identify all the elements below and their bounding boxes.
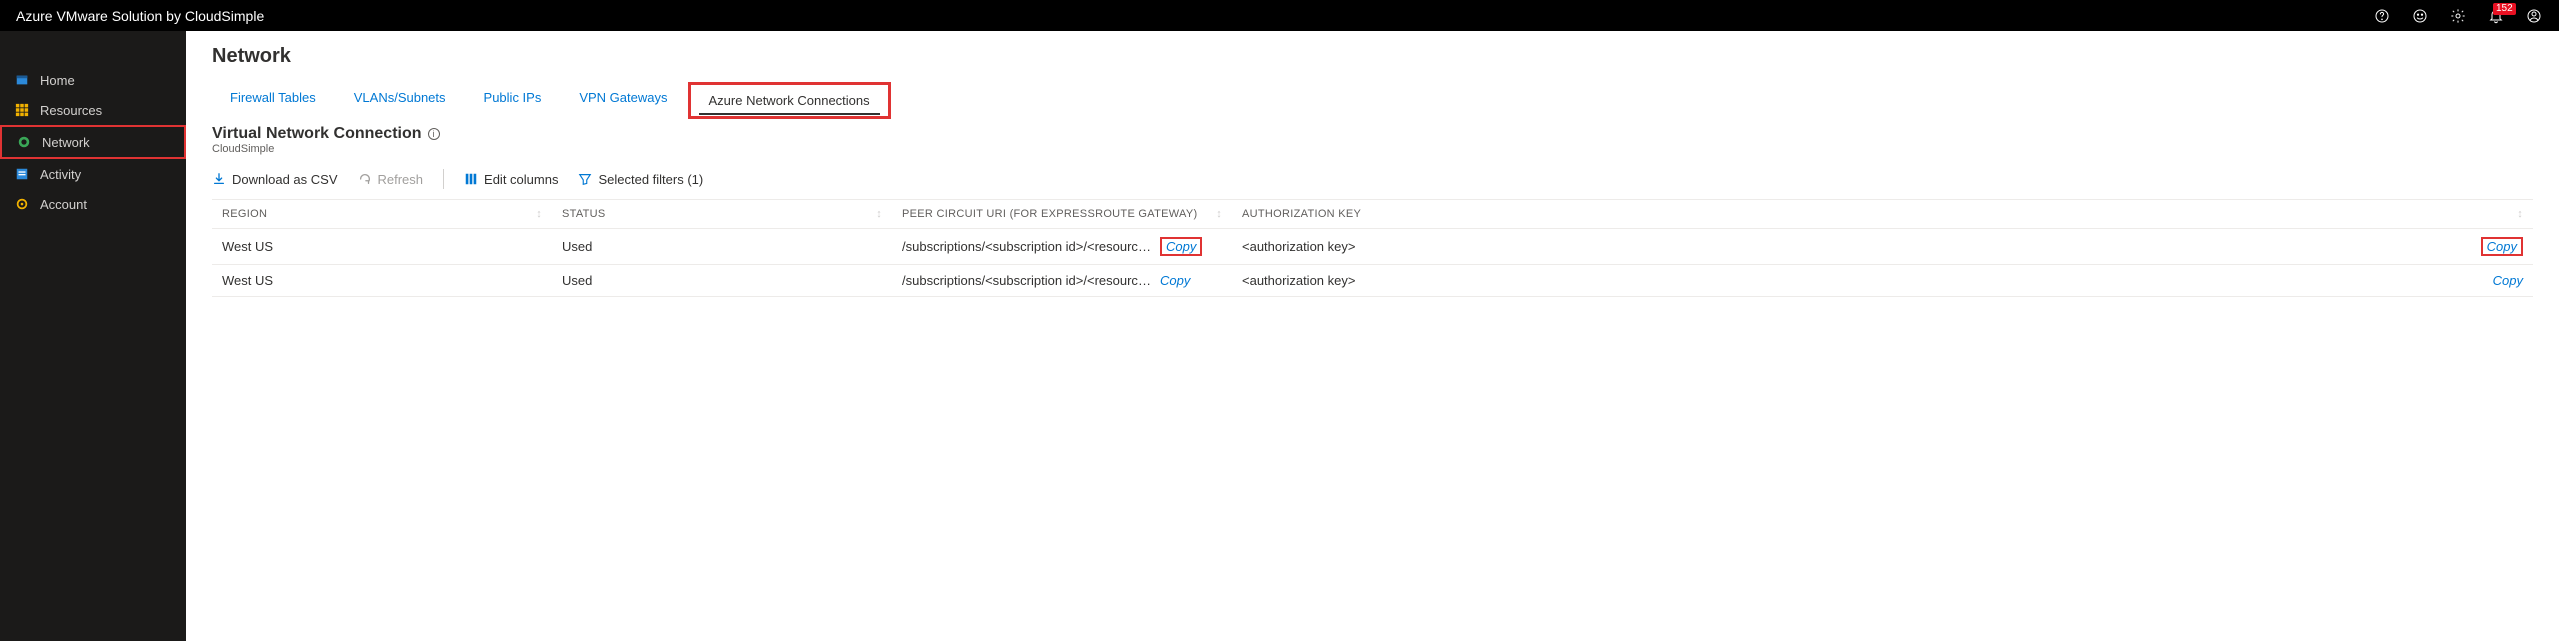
table-row: West US Used /subscriptions/<subscriptio… xyxy=(212,229,2533,265)
tab-vpn-gateways[interactable]: VPN Gateways xyxy=(561,82,685,119)
sub-title: Virtual Network Connection xyxy=(212,125,422,143)
toolbar-sep xyxy=(443,169,444,189)
sub-title-row: Virtual Network Connection i xyxy=(212,125,2533,143)
notifications-icon[interactable]: 152 xyxy=(2487,7,2505,25)
connections-table: Region ↕ Status ↕ Peer Circuit URI (for … xyxy=(212,200,2533,297)
cell-key: <authorization key> xyxy=(1232,265,1552,296)
cell-region: West US xyxy=(212,265,552,296)
sidebar-item-account[interactable]: Account xyxy=(0,189,186,219)
topbar-actions: 152 xyxy=(2373,7,2543,25)
copy-peer-button[interactable]: Copy xyxy=(1160,273,1190,288)
peer-uri: /subscriptions/<subscription id>/<resour… xyxy=(902,239,1152,254)
sidebar-item-label: Activity xyxy=(40,167,81,182)
refresh-label: Refresh xyxy=(378,172,424,187)
copy-peer-button[interactable]: Copy xyxy=(1160,237,1202,256)
sidebar: Home Resources Network Activity Account xyxy=(0,31,186,641)
help-icon[interactable] xyxy=(2373,7,2391,25)
copy-key-button[interactable]: Copy xyxy=(2493,273,2523,288)
sidebar-item-label: Resources xyxy=(40,103,102,118)
sidebar-item-resources[interactable]: Resources xyxy=(0,95,186,125)
home-icon xyxy=(14,72,30,88)
edit-columns-label: Edit columns xyxy=(484,172,558,187)
cell-peer: /subscriptions/<subscription id>/<resour… xyxy=(892,229,1232,264)
th-peer[interactable]: Peer Circuit URI (for ExpressRoute Gatew… xyxy=(892,200,1232,228)
th-key[interactable]: Authorization Key xyxy=(1232,200,1552,228)
download-csv-button[interactable]: Download as CSV xyxy=(212,172,338,187)
cell-region: West US xyxy=(212,231,552,262)
tab-public-ips[interactable]: Public IPs xyxy=(466,82,560,119)
sort-icon: ↕ xyxy=(2517,208,2533,220)
toolbar: Download as CSV Refresh Edit columns Sel… xyxy=(212,165,2533,200)
th-region[interactable]: Region ↕ xyxy=(212,200,552,228)
download-label: Download as CSV xyxy=(232,172,338,187)
sort-icon: ↕ xyxy=(876,208,882,220)
edit-columns-button[interactable]: Edit columns xyxy=(464,172,558,187)
sidebar-item-label: Home xyxy=(40,73,75,88)
sort-icon: ↕ xyxy=(1216,208,1222,220)
sidebar-item-label: Account xyxy=(40,197,87,212)
page-title: Network xyxy=(212,45,2533,68)
table-row: West US Used /subscriptions/<subscriptio… xyxy=(212,265,2533,297)
app-title: Azure VMware Solution by CloudSimple xyxy=(16,8,264,24)
cell-status: Used xyxy=(552,265,892,296)
tabs: Firewall Tables VLANs/Subnets Public IPs… xyxy=(212,82,2533,119)
peer-uri: /subscriptions/<subscription id>/<resour… xyxy=(902,273,1152,288)
cell-peer: /subscriptions/<subscription id>/<resour… xyxy=(892,265,1232,296)
copy-key-button[interactable]: Copy xyxy=(2481,237,2523,256)
tab-firewall-tables[interactable]: Firewall Tables xyxy=(212,82,334,119)
cell-status: Used xyxy=(552,231,892,262)
resources-icon xyxy=(14,102,30,118)
auth-key: <authorization key> xyxy=(1242,273,1355,288)
topbar: Azure VMware Solution by CloudSimple 152 xyxy=(0,0,2559,31)
sidebar-item-home[interactable]: Home xyxy=(0,65,186,95)
content: Network Firewall Tables VLANs/Subnets Pu… xyxy=(186,31,2559,641)
feedback-icon[interactable] xyxy=(2411,7,2429,25)
account-icon[interactable] xyxy=(2525,7,2543,25)
tab-vlans-subnets[interactable]: VLANs/Subnets xyxy=(336,82,464,119)
auth-key: <authorization key> xyxy=(1242,239,1355,254)
filters-button[interactable]: Selected filters (1) xyxy=(578,172,703,187)
network-icon xyxy=(16,134,32,150)
sub-org: CloudSimple xyxy=(212,143,2533,155)
account-gear-icon xyxy=(14,196,30,212)
table-header: Region ↕ Status ↕ Peer Circuit URI (for … xyxy=(212,200,2533,229)
th-status[interactable]: Status ↕ xyxy=(552,200,892,228)
sidebar-item-label: Network xyxy=(42,135,90,150)
info-icon[interactable]: i xyxy=(428,128,440,140)
refresh-button[interactable]: Refresh xyxy=(358,172,424,187)
tab-azure-network-connections[interactable]: Azure Network Connections xyxy=(688,82,891,119)
filters-label: Selected filters (1) xyxy=(598,172,703,187)
sidebar-item-network[interactable]: Network xyxy=(0,125,186,159)
sidebar-item-activity[interactable]: Activity xyxy=(0,159,186,189)
sort-icon: ↕ xyxy=(536,208,542,220)
cell-key: <authorization key> xyxy=(1232,231,1552,262)
gear-icon[interactable] xyxy=(2449,7,2467,25)
activity-icon xyxy=(14,166,30,182)
notification-badge: 152 xyxy=(2493,3,2516,15)
